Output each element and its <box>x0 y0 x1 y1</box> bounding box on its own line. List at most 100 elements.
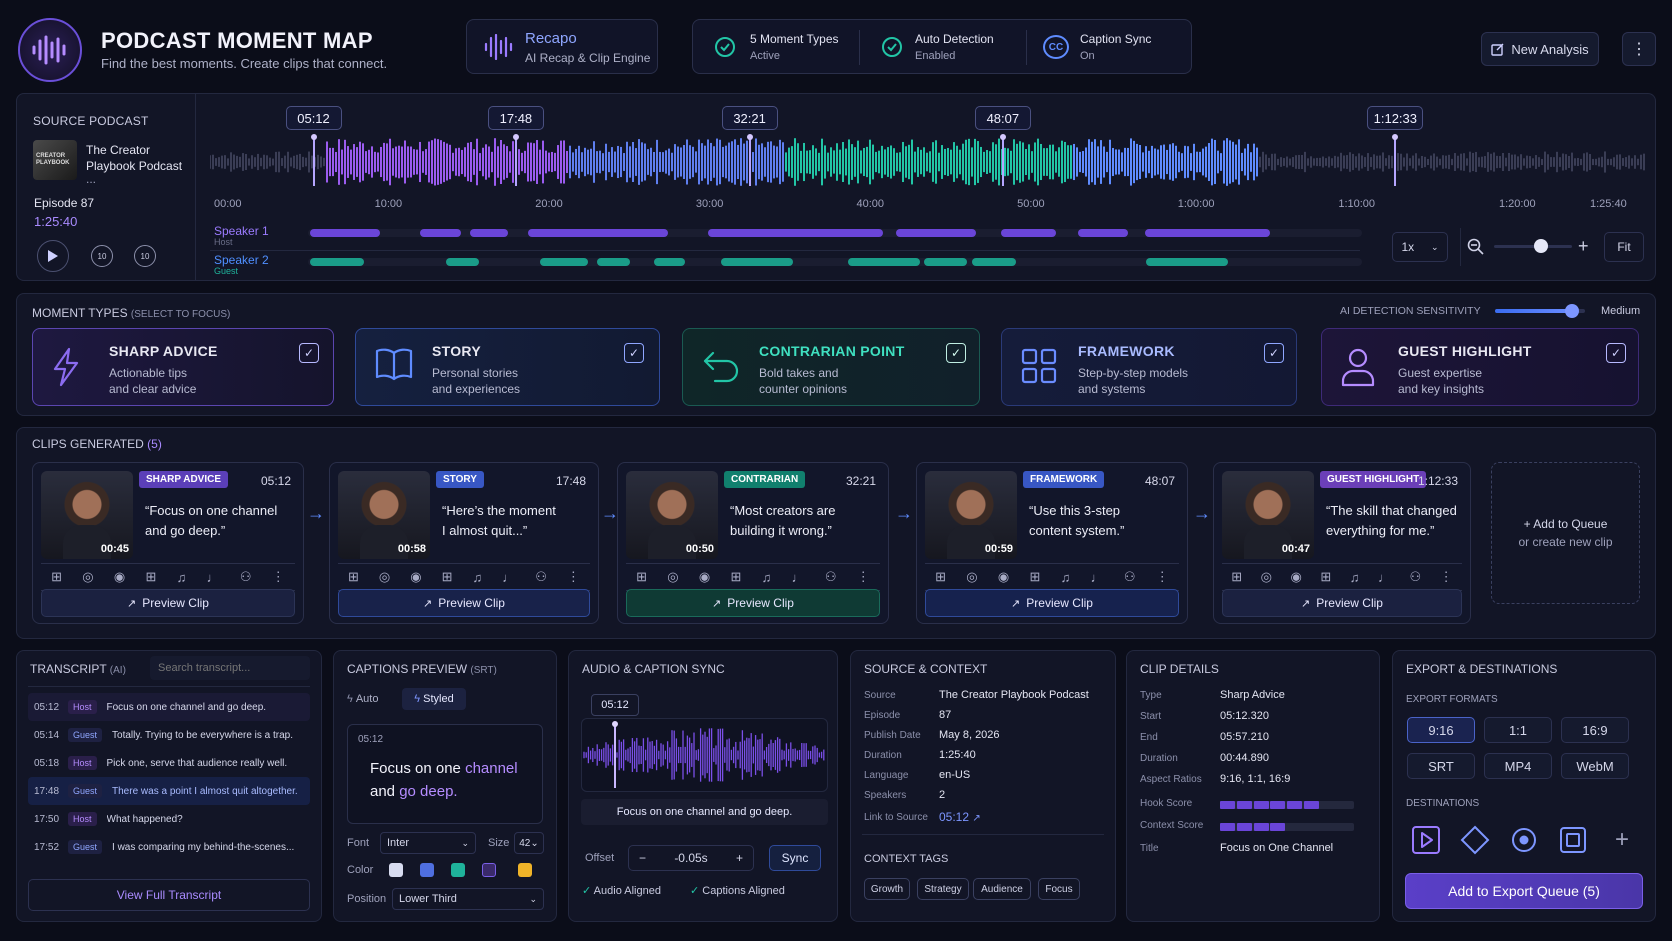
moment-type-framework[interactable]: FRAMEWORK Step-by-step models and systems… <box>1001 328 1297 406</box>
speaker-segment[interactable] <box>540 258 588 266</box>
moment-type-story[interactable]: STORY Personal stories and experiences ✓ <box>355 328 660 406</box>
checkbox[interactable]: ✓ <box>946 343 966 363</box>
zoom-slider-handle[interactable] <box>1533 239 1548 253</box>
color-swatch[interactable] <box>451 863 465 877</box>
speaker-segment[interactable] <box>708 229 883 237</box>
crop-icon[interactable]: ⊞ <box>935 569 946 585</box>
person-icon[interactable]: ⚇ <box>535 569 547 585</box>
destination-youtube[interactable] <box>1408 822 1444 858</box>
more-menu-button[interactable]: ⋮ <box>1622 32 1656 66</box>
caption-icon[interactable]: ◎ <box>1261 569 1272 585</box>
transcript-row[interactable]: 05:18 Host Pick one, serve that audience r… <box>28 749 310 777</box>
transcript-row[interactable]: 05:12 Host Focus on one channel and go dee… <box>28 693 310 721</box>
clip-card[interactable]: 00:50 CONTRARIAN 32:21 “Most creators are bu… <box>617 462 889 624</box>
person-icon[interactable]: ⚇ <box>1410 569 1422 585</box>
color-swatch[interactable] <box>518 863 532 877</box>
audio-icon[interactable]: ♩ <box>502 570 515 585</box>
moment-type-guest-highlight[interactable]: GUEST HIGHLIGHT Guest expertise and key i… <box>1321 328 1639 406</box>
zoom-out-icon[interactable] <box>1467 238 1485 256</box>
moment-marker[interactable]: 48:07 <box>974 106 1031 130</box>
layout-icon[interactable]: ⊞ <box>730 569 741 585</box>
clip-card[interactable]: 00:47 GUEST HIGHLIGHT 1:12:33 “The skill th… <box>1213 462 1471 624</box>
layout-icon[interactable]: ⊞ <box>1029 569 1040 585</box>
caption-icon[interactable]: ◎ <box>966 569 977 585</box>
preview-clip-button[interactable]: ↗ Preview Clip <box>338 589 590 617</box>
color-swatch[interactable] <box>389 863 403 877</box>
moment-marker[interactable]: 17:48 <box>487 106 544 130</box>
transcript-search-input[interactable] <box>150 656 310 680</box>
more-icon[interactable]: ⋮ <box>1440 569 1453 585</box>
caption-icon[interactable]: ◎ <box>379 569 390 585</box>
target-icon[interactable]: ◉ <box>1291 569 1302 585</box>
speaker-segment[interactable] <box>310 258 364 266</box>
speaker-segment[interactable] <box>1078 229 1128 237</box>
fit-button[interactable]: Fit <box>1604 232 1644 262</box>
crop-icon[interactable]: ⊞ <box>348 569 359 585</box>
more-icon[interactable]: ⋮ <box>857 569 870 585</box>
clip-card[interactable]: 00:58 STORY 17:48 “Here’s the moment I almos… <box>329 462 599 624</box>
format-mp4[interactable]: MP4 <box>1484 753 1552 779</box>
speaker-segment[interactable] <box>1146 258 1228 266</box>
context-tag[interactable]: Growth <box>864 878 910 900</box>
destination-diamond[interactable] <box>1457 822 1493 858</box>
speaker-segment[interactable] <box>896 229 976 237</box>
transcript-row[interactable]: 05:14 Guest Totally. Trying to be everywhe… <box>28 721 310 749</box>
crop-icon[interactable]: ⊞ <box>51 569 62 585</box>
layout-icon[interactable]: ⊞ <box>145 569 156 585</box>
format-srt[interactable]: SRT <box>1407 753 1475 779</box>
format-16-9[interactable]: 16:9 <box>1561 717 1629 743</box>
caption-icon[interactable]: ◎ <box>82 569 93 585</box>
format-1-1[interactable]: 1:1 <box>1484 717 1552 743</box>
forward-10-button[interactable]: 10 <box>134 245 156 267</box>
offset-stepper[interactable]: − -0.05s + <box>628 845 754 871</box>
music-icon[interactable]: ♫ <box>1061 570 1071 585</box>
zoom-in-icon[interactable]: + <box>1578 236 1589 257</box>
caption-mode-auto[interactable]: ϟ Auto <box>347 688 393 710</box>
moment-marker[interactable]: 32:21 <box>721 106 778 130</box>
person-icon[interactable]: ⚇ <box>825 569 837 585</box>
moment-marker[interactable]: 1:12:33 <box>1367 106 1424 130</box>
speaker-1-track[interactable] <box>308 229 1362 237</box>
speaker-segment[interactable] <box>470 229 508 237</box>
sync-waveform[interactable] <box>582 720 827 790</box>
speaker-segment[interactable] <box>924 258 967 266</box>
speaker-segment[interactable] <box>446 258 479 266</box>
caption-icon[interactable]: ◎ <box>667 569 678 585</box>
audio-icon[interactable]: ♩ <box>1091 570 1104 585</box>
target-icon[interactable]: ◉ <box>998 569 1009 585</box>
more-icon[interactable]: ⋮ <box>272 569 285 585</box>
context-tag[interactable]: Strategy <box>917 878 969 900</box>
checkbox[interactable]: ✓ <box>624 343 644 363</box>
speaker-segment[interactable] <box>528 229 668 237</box>
moment-type-sharp-advice[interactable]: SHARP ADVICE Actionable tips and clear ad… <box>32 328 334 406</box>
target-icon[interactable]: ◉ <box>114 569 125 585</box>
person-icon[interactable]: ⚇ <box>1124 569 1136 585</box>
speaker-segment[interactable] <box>1145 229 1270 237</box>
layout-icon[interactable]: ⊞ <box>442 569 453 585</box>
person-icon[interactable]: ⚇ <box>240 569 252 585</box>
checkbox[interactable]: ✓ <box>1606 343 1626 363</box>
speed-select[interactable]: 1x ⌄ <box>1392 232 1448 262</box>
checkbox[interactable]: ✓ <box>299 343 319 363</box>
add-destination-button[interactable]: + <box>1604 822 1640 858</box>
play-button[interactable] <box>37 240 69 272</box>
sync-button[interactable]: Sync <box>769 845 821 871</box>
music-icon[interactable]: ♫ <box>1350 570 1360 585</box>
destination-frame[interactable] <box>1555 822 1591 858</box>
moment-marker[interactable]: 05:12 <box>285 106 342 130</box>
font-select[interactable]: Inter ⌄ <box>380 832 476 854</box>
plus-icon[interactable]: + <box>736 851 743 865</box>
music-icon[interactable]: ♫ <box>177 570 187 585</box>
position-select[interactable]: Lower Third ⌄ <box>392 888 544 910</box>
preview-clip-button[interactable]: ↗ Preview Clip <box>1222 589 1462 617</box>
crop-icon[interactable]: ⊞ <box>1231 569 1242 585</box>
speaker-segment[interactable] <box>972 258 1016 266</box>
clip-thumbnail[interactable]: 00:47 <box>1222 471 1314 559</box>
rewind-10-button[interactable]: 10 <box>91 245 113 267</box>
view-full-transcript-button[interactable]: View Full Transcript <box>28 879 310 911</box>
target-icon[interactable]: ◉ <box>410 569 421 585</box>
add-to-export-queue-button[interactable]: Add to Export Queue (5) <box>1405 873 1643 909</box>
new-analysis-button[interactable]: New Analysis <box>1481 32 1599 66</box>
minus-icon[interactable]: − <box>639 851 646 865</box>
more-icon[interactable]: ⋮ <box>1156 569 1169 585</box>
